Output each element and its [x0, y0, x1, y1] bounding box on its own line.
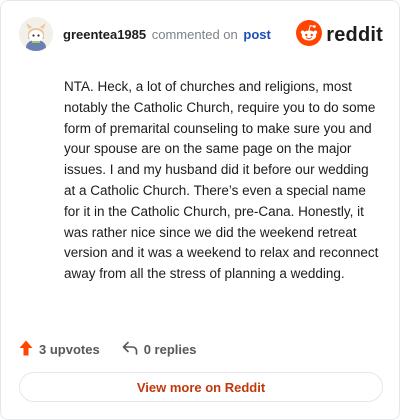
- embedded-comment-card: greentea1985 commented on post reddit NT…: [0, 0, 400, 420]
- reddit-wordmark: reddit: [326, 24, 383, 46]
- commented-on-text: commented on: [151, 27, 238, 42]
- snoo-avatar-icon[interactable]: [19, 17, 53, 51]
- reply-arrow-icon: [122, 341, 144, 358]
- upvote-arrow-icon: [19, 340, 39, 359]
- upvotes-stat[interactable]: 3 upvotes: [19, 340, 100, 359]
- replies-count: 0 replies: [143, 341, 197, 357]
- view-more-button[interactable]: View more on Reddit: [19, 372, 383, 402]
- post-link[interactable]: post: [243, 27, 270, 42]
- comment-body: NTA. Heck, a lot of churches and religio…: [64, 79, 379, 282]
- reddit-brand[interactable]: reddit: [296, 19, 383, 51]
- upvotes-count: 3 upvotes: [39, 341, 100, 357]
- comment-stats: 3 upvotes 0 replies: [19, 339, 196, 359]
- username-link[interactable]: greentea1985: [63, 27, 146, 42]
- comment-header: greentea1985 commented on post reddit: [19, 17, 383, 53]
- replies-stat[interactable]: 0 replies: [122, 341, 197, 358]
- comment-meta: greentea1985 commented on post: [63, 27, 271, 43]
- reddit-logo-icon: [296, 19, 323, 51]
